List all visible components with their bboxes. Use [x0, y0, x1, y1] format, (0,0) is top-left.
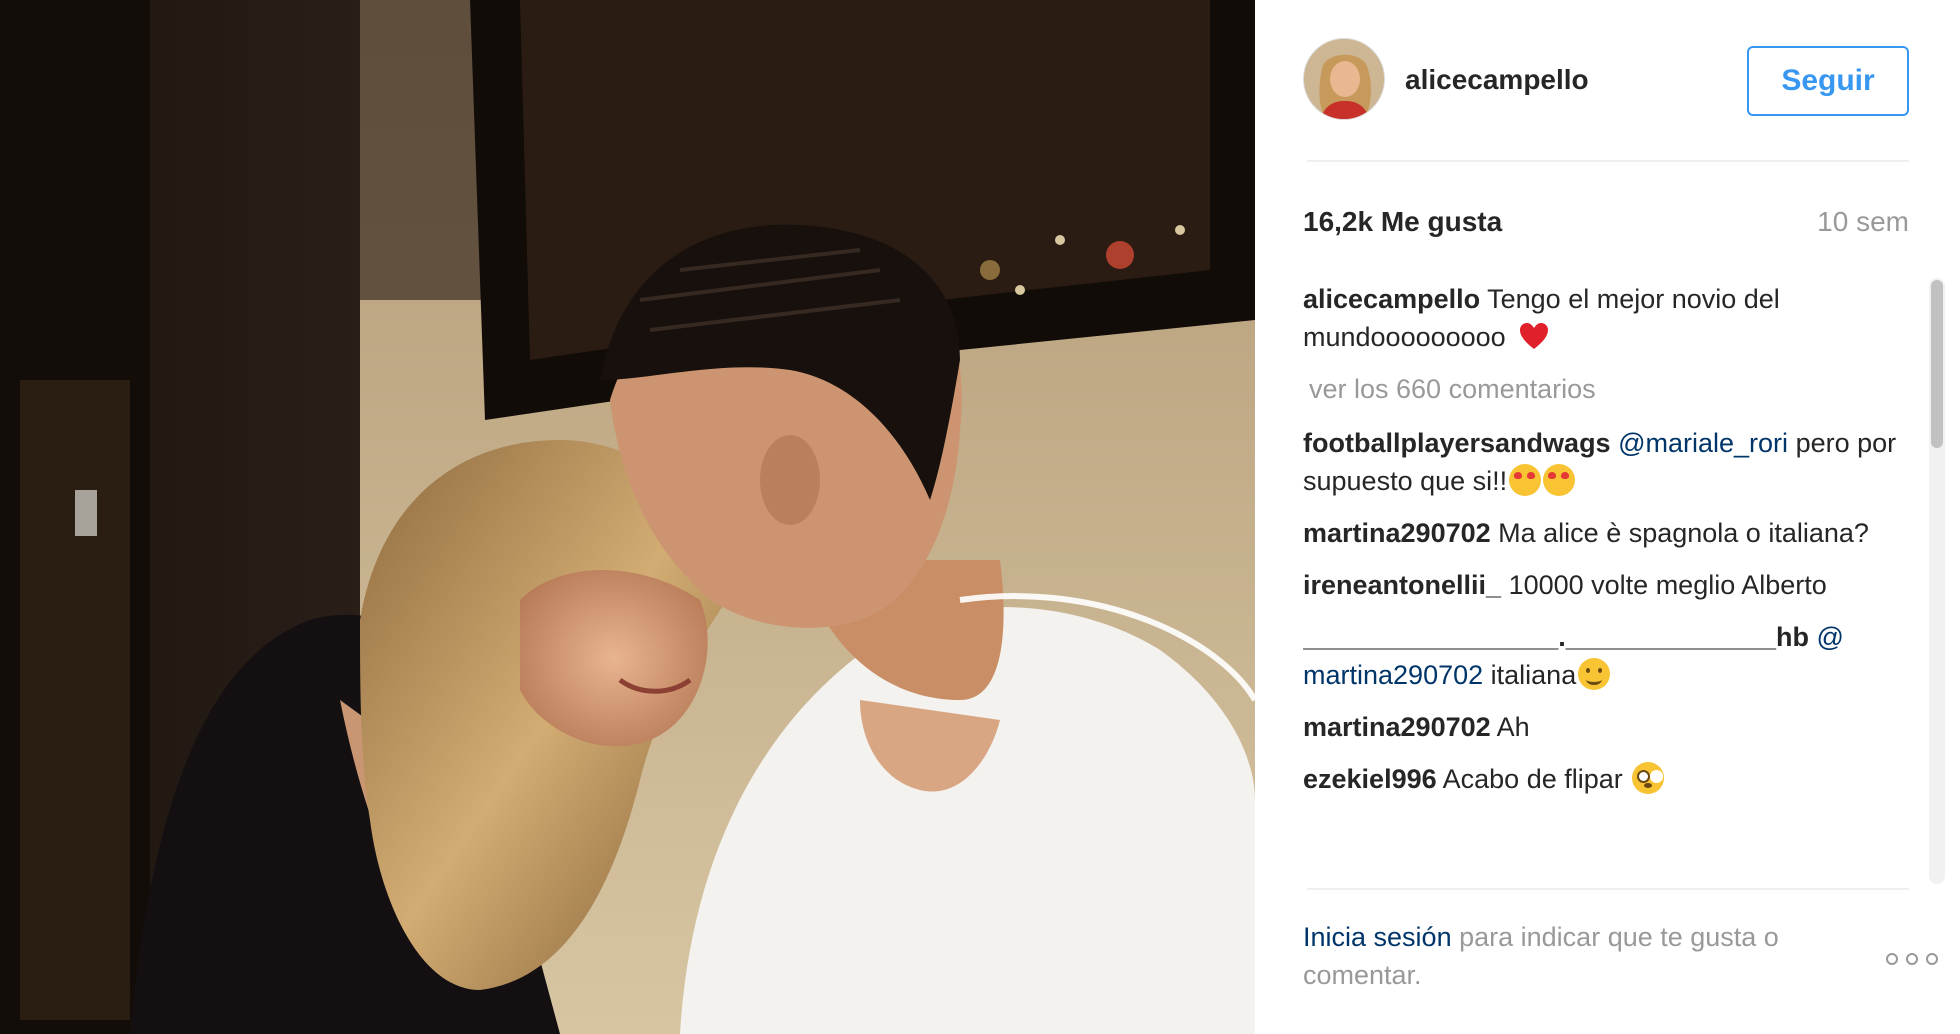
likes-count[interactable]: 16,2k Me gusta	[1303, 206, 1502, 238]
post-username[interactable]: alicecampello	[1405, 64, 1589, 96]
smile-emoji-icon	[1578, 658, 1611, 690]
heart-eyes-emoji-icon	[1509, 464, 1542, 496]
comment-text: Ah	[1496, 712, 1530, 742]
caption-username[interactable]: alicecampello	[1303, 284, 1480, 314]
post-header: alicecampello Seguir	[1255, 0, 1960, 160]
avatar[interactable]	[1303, 38, 1385, 120]
instagram-post: alicecampello Seguir 16,2k Me gusta 10 s…	[0, 0, 1960, 1034]
comment-text: italiana	[1490, 660, 1577, 690]
comment-item: footballplayersandwags @mariale_rori per…	[1303, 424, 1911, 500]
comment-text: Acabo de flipar	[1442, 764, 1623, 794]
post-sidebar: alicecampello Seguir 16,2k Me gusta 10 s…	[1255, 0, 1960, 1034]
follow-button[interactable]: Seguir	[1747, 46, 1909, 116]
comments-scrollbar-thumb[interactable]	[1931, 280, 1943, 448]
post-footer: Inicia sesión para indicar que te gusta …	[1303, 918, 1938, 1008]
login-link[interactable]: Inicia sesión	[1303, 922, 1452, 952]
likes-row: 16,2k Me gusta 10 sem	[1303, 206, 1909, 246]
comment-username[interactable]: _________________.______________hb	[1303, 622, 1809, 652]
more-options-icon[interactable]	[1885, 952, 1939, 966]
comment-username[interactable]: ezekiel996	[1303, 764, 1437, 794]
header-divider	[1307, 160, 1909, 162]
comment-text: Ma alice è spagnola o italiana?	[1498, 518, 1869, 548]
flushed-emoji-icon	[1632, 762, 1665, 794]
comments-list[interactable]: alicecampello Tengo el mejor novio del m…	[1303, 280, 1911, 880]
comment-item: _________________.______________hb @ mar…	[1303, 618, 1911, 694]
view-all-comments-link[interactable]: ver los 660 comentarios	[1309, 370, 1911, 408]
comment-username[interactable]: footballplayersandwags	[1303, 428, 1611, 458]
comment-item: martina290702 Ah	[1303, 708, 1911, 746]
red-heart-icon	[1519, 322, 1549, 350]
avatar-image	[1304, 39, 1384, 119]
comment-username[interactable]: ireneantonellii_	[1303, 570, 1501, 600]
heart-eyes-emoji-icon	[1543, 464, 1576, 496]
comment-username[interactable]: martina290702	[1303, 712, 1491, 742]
post-time[interactable]: 10 sem	[1817, 206, 1909, 238]
comment-username[interactable]: martina290702	[1303, 518, 1491, 548]
comment-item: martina290702 Ma alice è spagnola o ital…	[1303, 514, 1911, 552]
footer-divider	[1307, 888, 1909, 890]
comment-mention[interactable]: @mariale_rori	[1618, 428, 1788, 458]
comment-item: ezekiel996 Acabo de flipar	[1303, 760, 1911, 798]
comment-text: 10000 volte meglio Alberto	[1508, 570, 1827, 600]
comment-item: ireneantonellii_ 10000 volte meglio Albe…	[1303, 566, 1911, 604]
post-photo[interactable]	[0, 0, 1255, 1034]
caption: alicecampello Tengo el mejor novio del m…	[1303, 280, 1911, 356]
login-prompt: Inicia sesión para indicar que te gusta …	[1303, 918, 1843, 994]
photo-illustration	[0, 0, 1255, 1034]
